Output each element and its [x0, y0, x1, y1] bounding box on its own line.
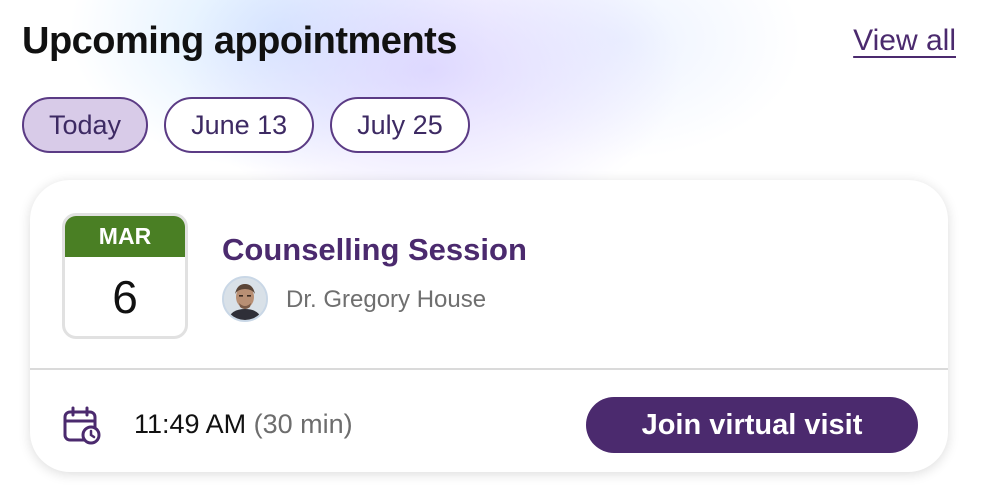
view-all-link[interactable]: View all — [853, 24, 956, 58]
time-duration: (30 min) — [253, 409, 353, 439]
date-tile: MAR 6 — [62, 213, 188, 339]
date-day: 6 — [112, 270, 138, 323]
join-virtual-visit-button[interactable]: Join virtual visit — [586, 397, 918, 453]
avatar-portrait-icon — [224, 278, 266, 320]
filter-chip-june-13[interactable]: June 13 — [164, 97, 315, 153]
appointment-card[interactable]: MAR 6 Counselling Session Dr. Gregory Ho… — [30, 180, 948, 472]
doctor-name: Dr. Gregory House — [286, 286, 487, 313]
card-divider — [30, 368, 948, 370]
filter-chip-july-25[interactable]: July 25 — [330, 97, 470, 153]
date-filter-chips: Today June 13 July 25 — [22, 97, 470, 153]
time-value: 11:49 AM — [134, 409, 247, 439]
page-title: Upcoming appointments — [22, 20, 457, 62]
appointment-title: Counselling Session — [222, 232, 527, 267]
filter-chip-today[interactable]: Today — [22, 97, 149, 153]
appointment-time: 11:49 AM (30 min) — [134, 409, 353, 440]
doctor-avatar — [222, 276, 268, 322]
calendar-clock-icon — [63, 406, 101, 445]
date-month: MAR — [65, 216, 185, 257]
